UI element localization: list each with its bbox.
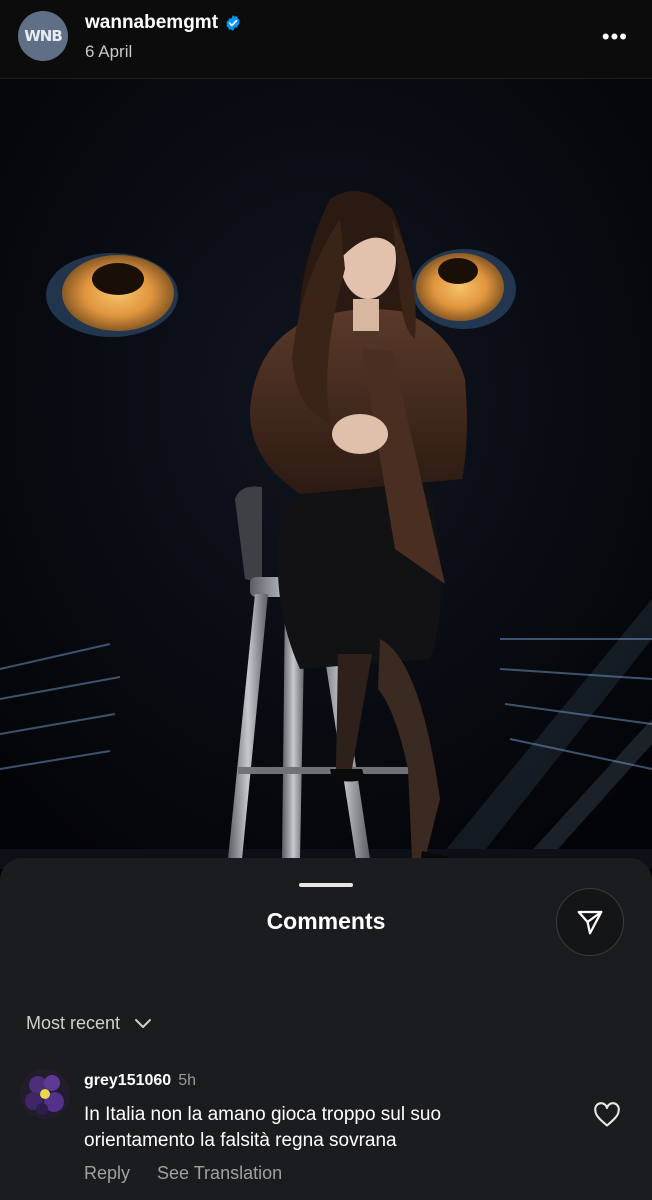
share-button[interactable]	[556, 888, 624, 956]
reply-button[interactable]: Reply	[84, 1163, 130, 1184]
post-header: WNB wannabemgmt 6 April •••	[0, 0, 652, 79]
chevron-down-icon	[135, 1018, 152, 1028]
account-avatar[interactable]: WNB	[18, 11, 68, 61]
comment-text: In Italia non la amano gioca troppo sul …	[84, 1104, 442, 1151]
more-options-icon[interactable]: •••	[602, 24, 628, 50]
comment-username[interactable]: grey151060	[84, 1072, 171, 1090]
photo-illustration	[0, 79, 652, 869]
comment-header: grey151060 5h	[84, 1072, 196, 1090]
like-heart-icon[interactable]	[593, 1102, 621, 1128]
sort-dropdown[interactable]: Most recent	[26, 1013, 152, 1034]
see-translation-button[interactable]: See Translation	[157, 1163, 282, 1184]
sort-label: Most recent	[26, 1013, 121, 1033]
comment-actions: Reply See Translation	[84, 1163, 309, 1184]
left-cat-eye	[46, 253, 178, 337]
commenter-avatar[interactable]	[20, 1069, 70, 1119]
post-photo[interactable]	[0, 79, 652, 869]
account-username[interactable]: wannabemgmt	[85, 12, 218, 34]
verified-badge-icon	[226, 15, 240, 31]
username-row: wannabemgmt	[85, 12, 242, 34]
avatar-logo-text: WNB	[24, 27, 63, 45]
pansy-flower-image	[20, 1069, 70, 1119]
comments-title: Comments	[266, 908, 386, 934]
comments-sheet: Comments Most recent grey151060 5h In It…	[0, 858, 652, 1200]
send-icon	[577, 910, 603, 935]
right-cat-eye	[412, 249, 516, 329]
sheet-drag-handle[interactable]	[299, 883, 353, 887]
comment-timestamp: 5h	[178, 1072, 196, 1089]
post-date: 6 April	[85, 42, 133, 61]
